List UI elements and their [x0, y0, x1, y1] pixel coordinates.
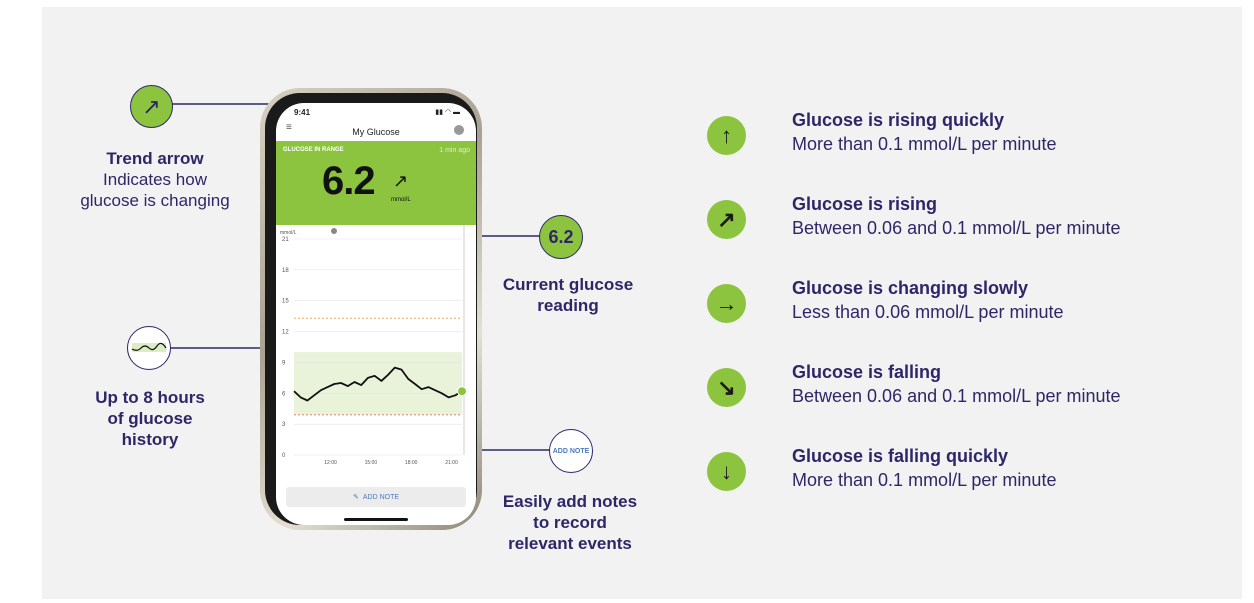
trend-callout-icon: ↗	[130, 85, 173, 128]
event-marker-icon	[331, 228, 337, 234]
legend-item-desc: More than 0.1 mmol/L per minute	[792, 134, 1057, 154]
chart-unit-label: mmol/L	[280, 230, 297, 236]
trend-callout-title: Trend arrow	[106, 149, 204, 168]
reading-callout-title-1: Current glucose	[502, 275, 634, 294]
reading-callout-icon: 6.2	[539, 215, 583, 259]
note-callout-text: ADD NOTE	[552, 447, 590, 455]
add-note-label: ADD NOTE	[362, 493, 400, 501]
note-callout-label: Easily add notes to record relevant even…	[470, 491, 670, 554]
y-tick-label: 0	[282, 453, 286, 459]
phone-frame: 9:41 ▮▮ ◠ ▬ ≡ My Glucose GLUCOSE IN RANG…	[260, 88, 482, 530]
legend-item-title: Glucose is falling	[792, 362, 942, 382]
y-tick-label: 21	[282, 237, 289, 243]
app-title: My Glucose	[352, 127, 400, 137]
y-tick-label: 9	[282, 360, 286, 366]
reading-age: 1 min ago	[439, 147, 470, 154]
history-callout-title-1: Up to 8 hours	[95, 388, 205, 407]
home-indicator	[344, 518, 408, 521]
legend-item: Glucose is rising Between 0.06 and 0.1 mm…	[792, 192, 1121, 240]
phone-screen: 9:41 ▮▮ ◠ ▬ ≡ My Glucose GLUCOSE IN RANG…	[276, 103, 476, 525]
current-reading-point	[457, 386, 467, 397]
phone-bezel: 9:41 ▮▮ ◠ ▬ ≡ My Glucose GLUCOSE IN RANG…	[265, 93, 477, 525]
legend-item-desc: Between 0.06 and 0.1 mmol/L per minute	[792, 218, 1121, 238]
history-callout-title-2: of glucose	[107, 409, 193, 428]
y-tick-label: 3	[282, 422, 286, 428]
reading-callout-title-2: reading	[537, 296, 599, 315]
x-tick-label: 12:00	[324, 460, 337, 466]
y-tick-label: 6	[282, 391, 286, 397]
up-right-arrow-icon-glyph: ↗	[717, 206, 736, 232]
glucose-status-label: GLUCOSE IN RANGE	[283, 147, 344, 153]
reading-unit: mmol/L	[391, 197, 411, 203]
glucose-band: GLUCOSE IN RANGE 1 min ago 6.2 ↗ mmol/L	[276, 141, 476, 225]
legend-item-title: Glucose is changing slowly	[792, 278, 1029, 298]
status-time: 9:41	[294, 108, 311, 117]
legend-item-title: Glucose is rising	[792, 194, 938, 214]
down-right-arrow-icon-glyph: ↘	[717, 374, 736, 400]
glucose-chart: mmol/L 0 3 6 9 12 15 18 21 12:00 15:00 18:00 21:00	[280, 225, 467, 466]
x-tick-label: 15:00	[365, 460, 378, 466]
history-callout-title-3: history	[121, 430, 179, 449]
down-arrow-icon: ↓	[707, 452, 746, 491]
legend-item: Glucose is changing slowly Less than 0.06…	[792, 276, 1063, 324]
y-tick-label: 12	[282, 330, 289, 336]
reading-callout-value: 6.2	[548, 226, 574, 247]
note-callout-title-3: relevant events	[508, 534, 632, 553]
history-callout-label: Up to 8 hours of glucose history	[60, 387, 240, 450]
note-callout-icon: ADD NOTE	[549, 429, 593, 473]
legend-item-desc: Less than 0.06 mmol/L per minute	[792, 302, 1064, 322]
trend-arrow-icon: ↗	[393, 171, 409, 191]
up-arrow-icon: ↑	[707, 116, 746, 155]
trend-callout-label: Trend arrow Indicates how glucose is cha…	[50, 148, 260, 211]
legend-item: Glucose is falling quickly More than 0.1 …	[792, 444, 1056, 492]
legend-item: Glucose is rising quickly More than 0.1 m…	[792, 108, 1056, 156]
up-arrow-icon-glyph: ↑	[721, 122, 732, 148]
up-right-arrow-icon: ↗	[707, 200, 746, 239]
note-callout-title-1: Easily add notes	[502, 492, 638, 511]
trend-callout-desc-2: glucose is changing	[80, 191, 230, 210]
up-right-arrow-icon: ↗	[142, 93, 161, 119]
y-tick-label: 18	[282, 268, 289, 274]
add-note-button[interactable]: ✎ ADD NOTE	[286, 487, 466, 507]
x-tick-label: 18:00	[405, 460, 418, 466]
right-arrow-icon-glyph: →	[715, 290, 738, 316]
legend-item-desc: More than 0.1 mmol/L per minute	[792, 470, 1057, 490]
note-callout-title-2: to record	[533, 513, 607, 532]
legend-item-desc: Between 0.06 and 0.1 mmol/L per minute	[792, 386, 1121, 406]
x-tick-label: 21:00	[445, 460, 458, 466]
target-range-band	[294, 352, 462, 415]
graph-line-icon	[131, 342, 167, 352]
y-tick-label: 15	[282, 299, 289, 305]
down-right-arrow-icon: ↘	[707, 368, 746, 407]
trend-callout-desc-1: Indicates how	[103, 170, 207, 189]
legend-item: Glucose is falling Between 0.06 and 0.1 m…	[792, 360, 1121, 408]
history-callout-icon	[127, 326, 171, 370]
legend-item-title: Glucose is falling quickly	[792, 446, 1009, 466]
legend-item-title: Glucose is rising quickly	[792, 110, 1005, 130]
status-icons: ▮▮ ◠ ▬	[435, 109, 460, 116]
reading-callout-label: Current glucose reading	[468, 274, 668, 316]
pencil-icon: ✎	[352, 494, 359, 501]
sensor-icon[interactable]	[454, 125, 464, 135]
glucose-reading: 6.2	[322, 159, 376, 203]
right-arrow-icon: →	[707, 284, 746, 323]
down-arrow-icon-glyph: ↓	[721, 458, 732, 484]
